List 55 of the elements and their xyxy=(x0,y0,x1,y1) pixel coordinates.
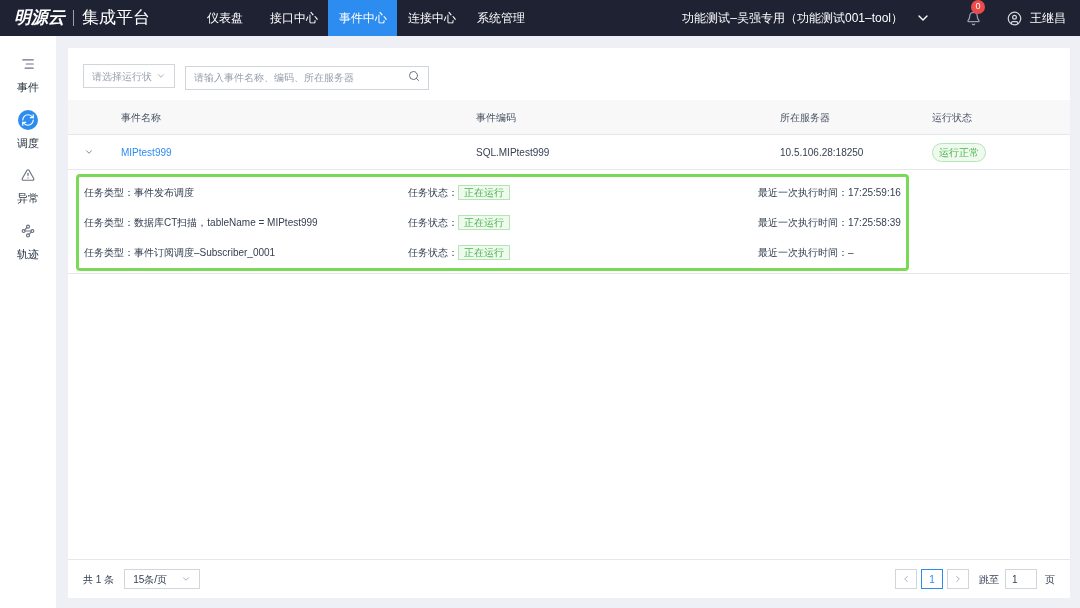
task-state-label: 任务状态： xyxy=(408,185,458,200)
chevron-down-icon xyxy=(84,147,94,157)
jump-suffix: 页 xyxy=(1045,572,1055,587)
page-size-select[interactable]: 15条/页 xyxy=(124,569,201,589)
jump-field[interactable]: 1 xyxy=(1005,569,1037,589)
nav-tab[interactable]: 系统管理 xyxy=(466,0,535,36)
last-run-time: 最近一次执行时间：17:25:59:16 xyxy=(758,185,901,200)
task-state-label: 任务状态： xyxy=(408,216,458,230)
nav-tab[interactable]: 仪表盘 xyxy=(190,0,259,36)
nav-tab[interactable]: 连接中心 xyxy=(397,0,466,36)
last-run-time: 最近一次执行时间：– xyxy=(758,246,854,261)
total-count: 共 1 条 xyxy=(83,572,115,587)
warning-icon xyxy=(21,168,35,182)
status-badge: 运行正常 xyxy=(932,142,986,162)
next-page-button[interactable] xyxy=(947,569,969,589)
task-state-tag: 正在运行 xyxy=(458,184,758,200)
table-cell-text: SQL.MIPtest999 xyxy=(476,145,551,160)
chevron-down-icon xyxy=(181,574,192,584)
chevron-right-icon xyxy=(953,574,963,584)
table-cell-text: 10.5.106.28:18250 xyxy=(780,145,865,160)
sidebar-item[interactable]: 事件 xyxy=(17,54,39,96)
prev-page-button[interactable] xyxy=(895,569,917,589)
logo: 明源云 xyxy=(14,7,65,30)
last-run-time: 最近一次执行时间：17:25:58:39 xyxy=(758,216,901,230)
list-icon xyxy=(21,57,35,71)
route-icon xyxy=(21,223,35,238)
column-header: 事件编码 xyxy=(476,110,517,125)
bell-icon xyxy=(965,10,981,26)
product-title: 集成平台 xyxy=(82,7,150,30)
refresh-icon xyxy=(21,112,35,127)
chevron-down-icon xyxy=(156,71,166,81)
page-button[interactable]: 1 xyxy=(921,569,943,589)
sidebar-item[interactable]: 轨迹 xyxy=(17,220,39,262)
task-state-tag: 正在运行 xyxy=(458,215,758,230)
event-name-link[interactable]: MIPtest999 xyxy=(121,144,476,160)
task-state-tag: 正在运行 xyxy=(458,245,758,261)
jump-label: 跳至 xyxy=(979,572,999,587)
tenant-dropdown[interactable]: 功能测试–吴强专用（功能测试001–tool） xyxy=(682,9,931,27)
notification-button[interactable] xyxy=(965,10,981,26)
sidebar-item[interactable]: 异常 xyxy=(17,165,39,207)
task-type: 任务类型：数据库CT扫描，tableName = MIPtest999 xyxy=(84,216,319,230)
task-type: 任务类型：事件订阅调度–Subscriber_0001 xyxy=(84,246,277,261)
task-type: 任务类型：事件发布调度 xyxy=(84,185,195,200)
notification-badge: 0 xyxy=(971,0,985,14)
task-state-label: 任务状态： xyxy=(408,246,458,261)
user-name[interactable]: 王继昌 xyxy=(1030,9,1066,27)
column-header: 运行状态 xyxy=(932,110,972,125)
user-icon xyxy=(1007,10,1022,26)
sidebar-item[interactable]: 调度 xyxy=(17,109,39,151)
column-header: 事件名称 xyxy=(121,110,162,125)
search-field[interactable]: 请输入事件名称、编码、所在服务器 xyxy=(185,65,429,90)
column-header: 所在服务器 xyxy=(780,110,831,125)
chevron-left-icon xyxy=(901,574,911,584)
search-icon xyxy=(408,70,420,82)
nav-tab[interactable]: 接口中心 xyxy=(259,0,328,36)
